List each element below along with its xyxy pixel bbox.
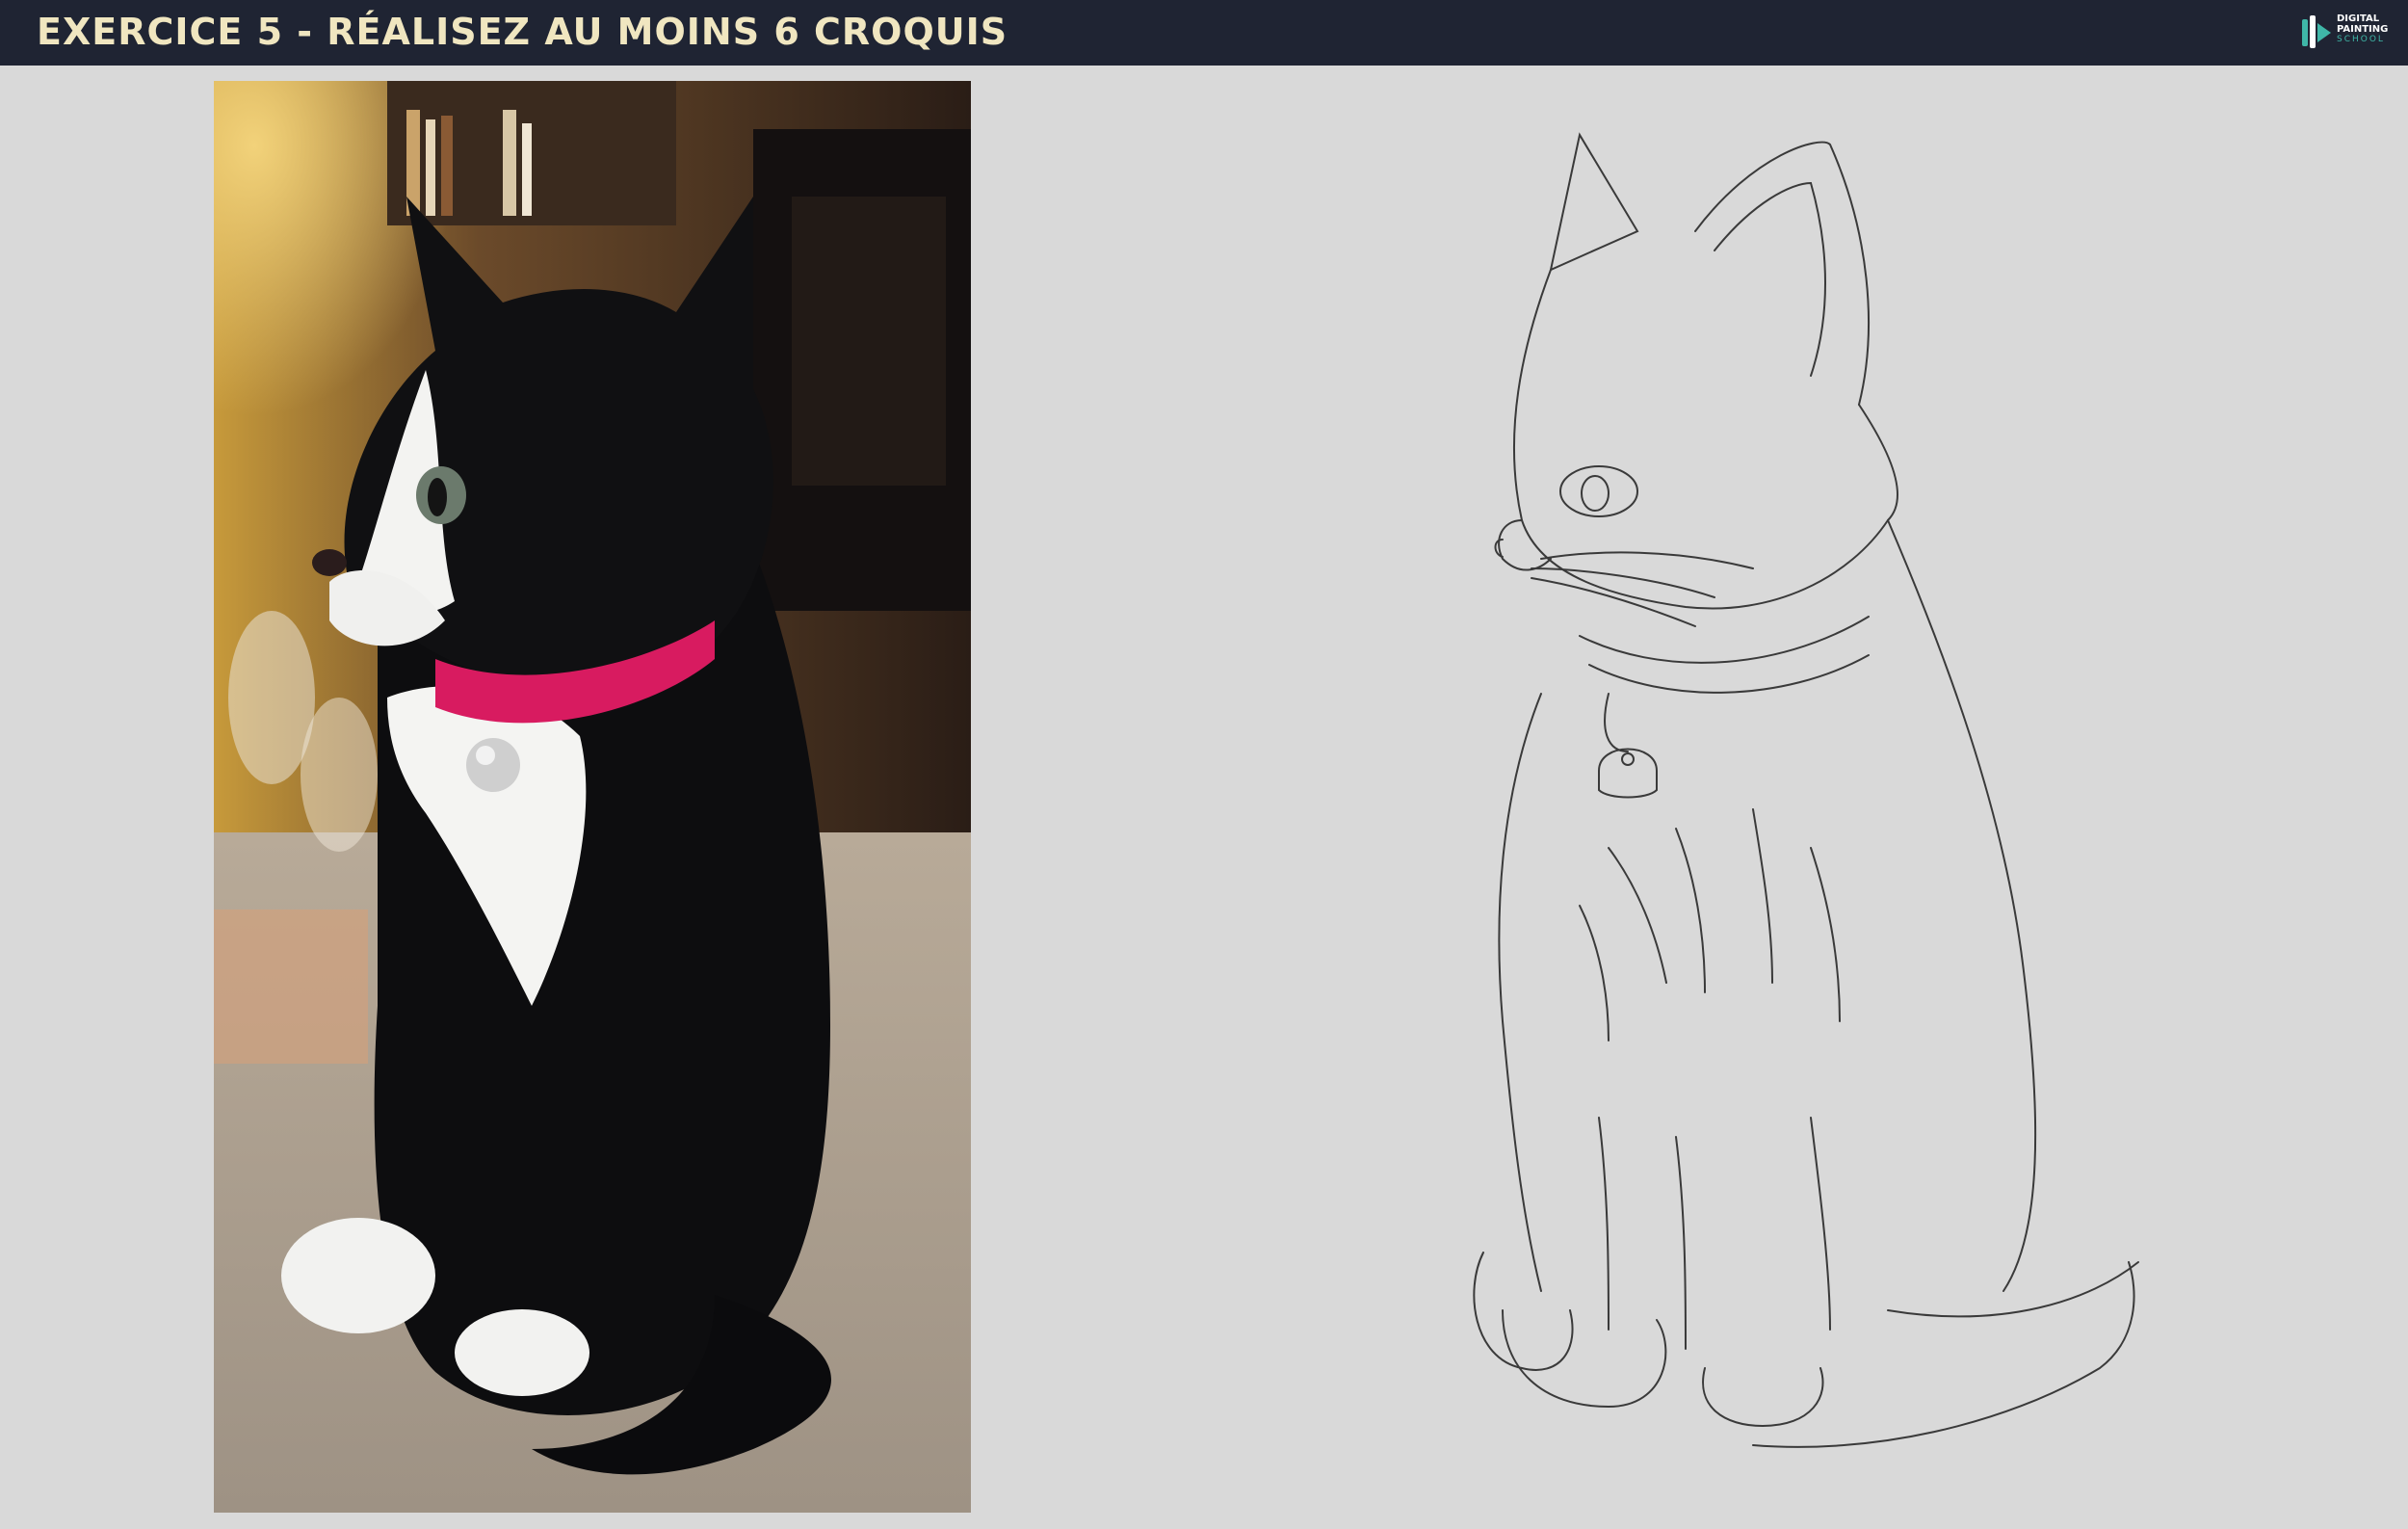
logo-word-digital: DIGITAL	[2337, 13, 2380, 24]
brush-logo-icon	[2302, 15, 2331, 48]
page-title: EXERCICE 5 - RÉALISEZ AU MOINS 6 CROQUIS	[37, 11, 1008, 53]
logo-word-painting: PAINTING	[2337, 24, 2389, 35]
digital-painting-school-logo: DIGITAL PAINTING SCHOOL	[2298, 12, 2395, 54]
kitten-line-sketch	[1464, 116, 2148, 1484]
header-bar: EXERCICE 5 - RÉALISEZ AU MOINS 6 CROQUIS…	[0, 0, 2408, 66]
reference-photo-kitten	[214, 81, 971, 1513]
logo-word-school: SCHOOL	[2337, 35, 2385, 44]
logo-text: DIGITAL PAINTING SCHOOL	[2337, 13, 2388, 45]
